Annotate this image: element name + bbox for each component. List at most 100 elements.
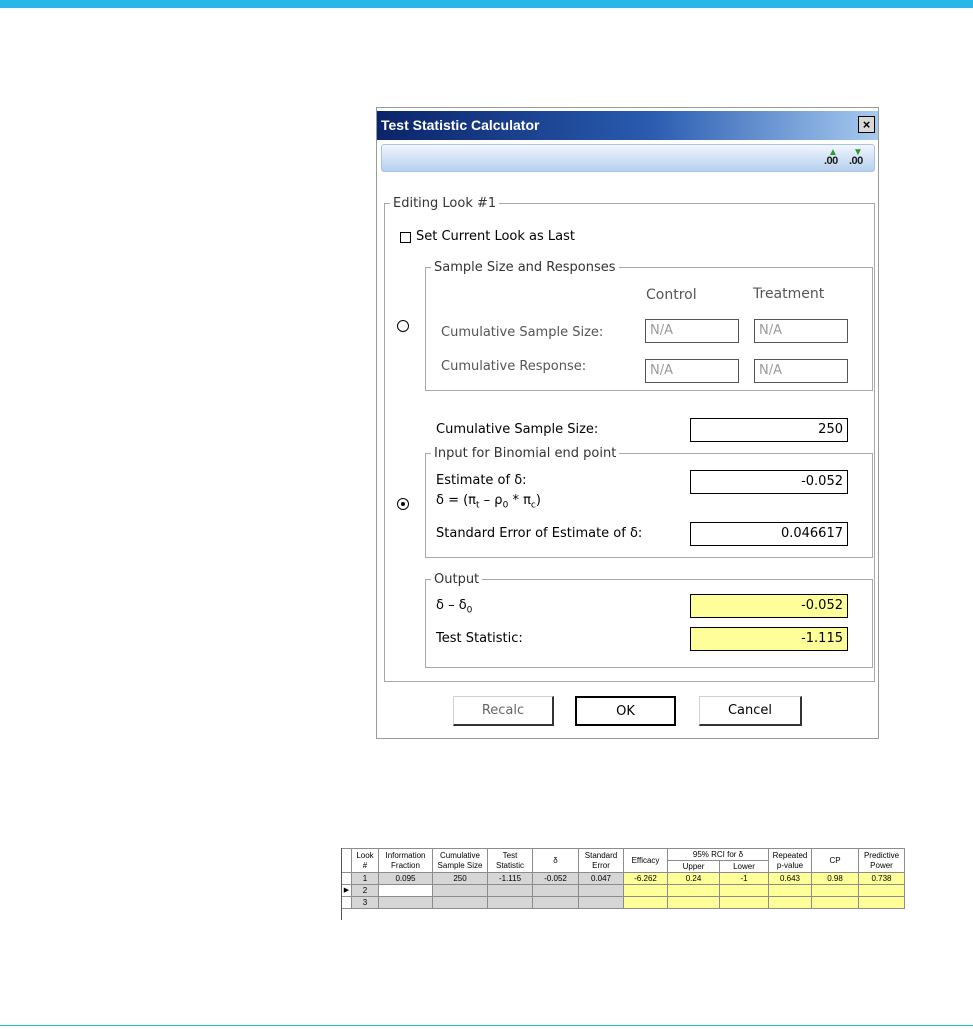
cell-upper: 0.24	[667, 872, 720, 885]
cell-efficacy	[623, 884, 668, 897]
row-selector-header	[341, 848, 352, 873]
delta-difference-output: -0.052	[690, 594, 848, 618]
cell-upper	[667, 884, 720, 897]
test-statistic-label: Test Statistic:	[436, 631, 523, 646]
cell-look: 3	[351, 896, 379, 909]
col-header-cp: CP	[811, 848, 859, 873]
output-legend: Output	[434, 572, 480, 587]
dialog-title: Test Statistic Calculator	[381, 117, 540, 133]
treatment-column-label: Treatment	[753, 286, 825, 302]
table-row[interactable]: 1 0.095 250 -1.115 -0.052 0.047 -6.262 0…	[341, 872, 905, 885]
col-header-std-error: Standard Error	[578, 848, 624, 873]
treatment-response-input[interactable]: N/A	[754, 359, 848, 383]
row-selector[interactable]	[341, 872, 352, 885]
cell-upper	[667, 896, 720, 909]
col-header-predictive-power: Predictive Power	[858, 848, 905, 873]
cancel-button[interactable]: Cancel	[699, 696, 802, 726]
cell-efficacy	[623, 896, 668, 909]
dialog-titlebar[interactable]: Test Statistic Calculator ×	[377, 111, 878, 140]
delta-formula: δ = (πt – ρ0 * πc)	[436, 493, 541, 511]
col-header-test-stat: Test Statistic	[487, 848, 533, 873]
output-group: Output	[425, 572, 873, 668]
cell-delta[interactable]	[532, 884, 579, 897]
cell-cumulative[interactable]: 250	[432, 872, 488, 885]
col-header-info-fraction: Information Fraction	[378, 848, 433, 873]
cell-info-fraction[interactable]: 0.095	[378, 872, 433, 885]
grid-left-border	[341, 848, 342, 920]
cell-cumulative[interactable]	[432, 896, 488, 909]
cumulative-sample-size-input[interactable]: 250	[690, 418, 848, 442]
estimate-label: Estimate of δ:	[436, 473, 527, 488]
cell-efficacy: -6.262	[623, 872, 668, 885]
results-grid: Look # Information Fraction Cumulative Samp…	[341, 848, 917, 920]
row-selector[interactable]	[341, 896, 352, 909]
cell-test-stat[interactable]: -1.115	[487, 872, 533, 885]
standard-error-label: Standard Error of Estimate of δ:	[436, 526, 643, 541]
increase-decimal-icon[interactable]: ▲ .00	[824, 147, 846, 169]
cumulative-sample-size-label: Cumulative Sample Size:	[436, 422, 599, 437]
cell-cp	[811, 884, 859, 897]
sample-size-row-label: Cumulative Sample Size:	[441, 325, 604, 340]
editing-look-legend: Editing Look #1	[393, 196, 497, 211]
col-header-upper: Upper	[667, 860, 720, 873]
cell-lower	[719, 896, 769, 909]
cell-test-stat[interactable]	[487, 896, 533, 909]
cell-info-fraction-active[interactable]	[378, 884, 433, 897]
cell-std-error[interactable]: 0.047	[578, 872, 624, 885]
test-statistic-dialog: Test Statistic Calculator × ▲ .00 ▼ .00 …	[376, 107, 879, 739]
sample-size-radio[interactable]	[397, 320, 409, 332]
cell-repeated-p: 0.643	[768, 872, 812, 885]
cell-test-stat[interactable]	[487, 884, 533, 897]
cell-lower	[719, 884, 769, 897]
cell-repeated-p	[768, 896, 812, 909]
set-last-checkbox[interactable]	[400, 232, 411, 243]
cell-cp	[811, 896, 859, 909]
cell-predictive-power	[858, 884, 905, 897]
row-selector-current[interactable]: ▶	[341, 884, 352, 897]
binomial-input-legend: Input for Binomial end point	[434, 446, 617, 461]
sample-size-legend: Sample Size and Responses	[434, 260, 616, 275]
treatment-sample-size-input[interactable]: N/A	[754, 319, 848, 343]
results-table: Look # Information Fraction Cumulative Samp…	[341, 848, 905, 909]
col-header-repeated-p: Repeated p-value	[768, 848, 812, 873]
control-column-label: Control	[646, 287, 697, 303]
cell-predictive-power	[858, 896, 905, 909]
response-row-label: Cumulative Response:	[441, 359, 587, 374]
delta-difference-label: δ – δ0	[436, 598, 473, 616]
set-last-label: Set Current Look as Last	[416, 229, 575, 244]
test-statistic-output: -1.115	[690, 627, 848, 651]
cell-cumulative[interactable]	[432, 884, 488, 897]
standard-error-input[interactable]: 0.046617	[690, 522, 848, 546]
estimate-input[interactable]: -0.052	[690, 470, 848, 494]
col-header-lower: Lower	[719, 860, 769, 873]
cell-std-error[interactable]	[578, 896, 624, 909]
close-icon[interactable]: ×	[858, 116, 875, 133]
cell-delta[interactable]: -0.052	[532, 872, 579, 885]
cell-lower: -1	[719, 872, 769, 885]
ok-button[interactable]: OK	[575, 696, 676, 726]
cell-delta[interactable]	[532, 896, 579, 909]
table-row[interactable]: ▶ 2	[341, 884, 905, 897]
col-header-efficacy: Efficacy	[623, 848, 668, 873]
cell-info-fraction[interactable]	[378, 896, 433, 909]
decrease-decimal-icon[interactable]: ▼ .00	[849, 147, 871, 169]
cell-look: 1	[351, 872, 379, 885]
top-accent-bar	[0, 0, 973, 8]
col-header-look: Look #	[351, 848, 379, 873]
cell-cp: 0.98	[811, 872, 859, 885]
col-header-cumulative: Cumulative Sample Size	[432, 848, 488, 873]
col-header-rci: 95% RCI for δ	[667, 848, 769, 861]
cell-look: 2	[351, 884, 379, 897]
dialog-toolbar: ▲ .00 ▼ .00	[381, 144, 875, 172]
bottom-accent-line	[0, 1025, 973, 1026]
cell-std-error[interactable]	[578, 884, 624, 897]
header-row-1: Look # Information Fraction Cumulative Samp…	[341, 848, 905, 873]
cell-repeated-p	[768, 884, 812, 897]
binomial-radio[interactable]	[397, 498, 409, 510]
control-sample-size-input[interactable]: N/A	[645, 319, 739, 343]
recalc-button[interactable]: Recalc	[453, 696, 554, 726]
table-row[interactable]: 3	[341, 896, 905, 909]
col-header-delta: δ	[532, 848, 579, 873]
control-response-input[interactable]: N/A	[645, 359, 739, 383]
cell-predictive-power: 0.738	[858, 872, 905, 885]
